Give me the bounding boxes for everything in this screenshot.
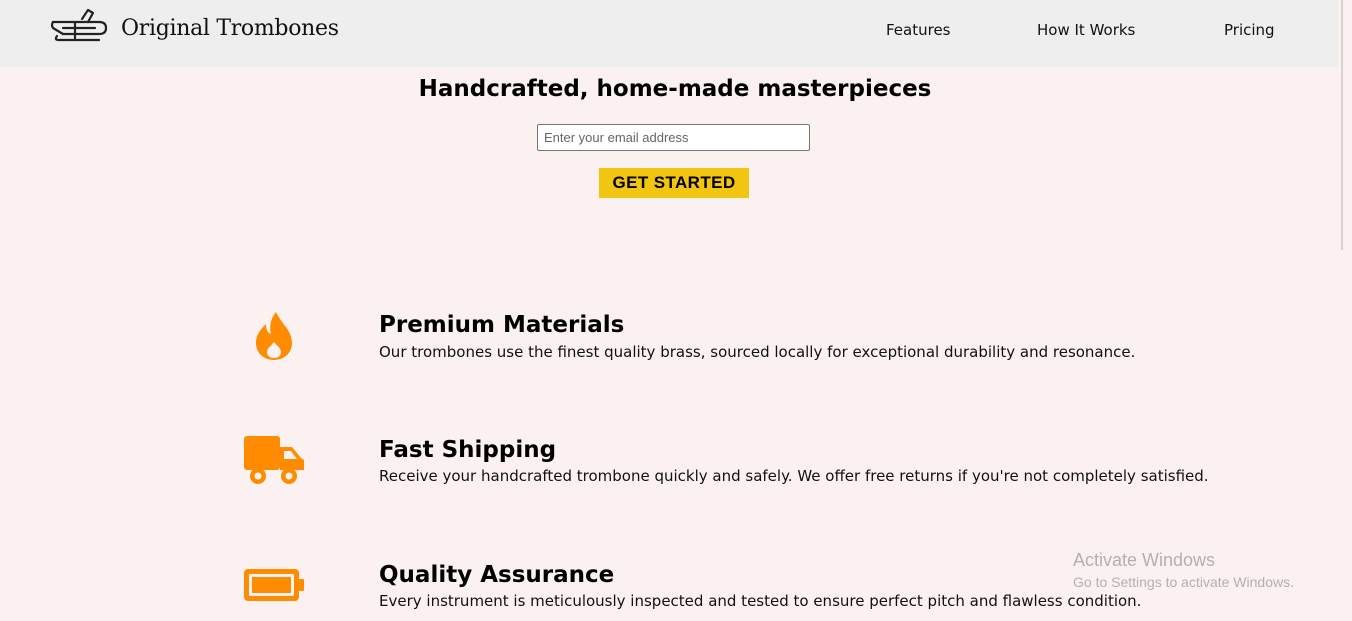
feature-description: Receive your handcrafted trombone quickl… (379, 467, 1209, 485)
activate-windows-subtitle: Go to Settings to activate Windows. (1073, 574, 1294, 590)
email-input[interactable] (537, 124, 810, 151)
scrollbar-thumb[interactable] (1341, 0, 1343, 250)
feature-description: Every instrument is meticulously inspect… (379, 592, 1142, 610)
nav-link-features[interactable]: Features (886, 21, 951, 39)
truck-icon (244, 436, 304, 484)
site-header: Original Trombones Features How It Works… (0, 0, 1338, 67)
brand-name: Original Trombones (121, 15, 339, 41)
feature-title: Fast Shipping (379, 437, 557, 463)
feature-title: Quality Assurance (379, 562, 615, 588)
activate-windows-title: Activate Windows (1073, 550, 1216, 570)
battery-icon (244, 569, 304, 601)
fire-icon (256, 312, 292, 360)
feature-title: Premium Materials (379, 312, 625, 338)
get-started-button[interactable]: GET STARTED (599, 168, 749, 198)
hero-title: Handcrafted, home-made masterpieces (418, 76, 932, 102)
logo[interactable]: Original Trombones (49, 8, 339, 48)
feature-description: Our trombones use the finest quality bra… (379, 343, 1136, 361)
nav-link-pricing[interactable]: Pricing (1224, 21, 1275, 39)
nav-link-how-it-works[interactable]: How It Works (1037, 21, 1135, 39)
page: Original Trombones Features How It Works… (0, 0, 1352, 621)
trombone-icon (50, 8, 108, 42)
